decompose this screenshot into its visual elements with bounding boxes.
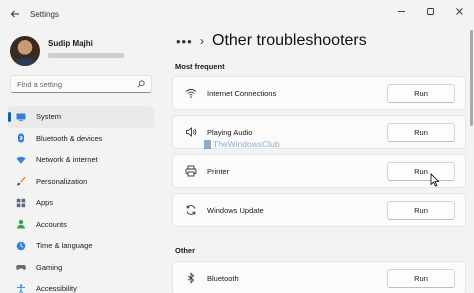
wifi-icon (185, 87, 197, 99)
back-arrow-icon (10, 10, 19, 18)
sync-icon (185, 204, 197, 216)
chevron-right-icon: › (200, 34, 204, 48)
run-button[interactable]: Run (387, 268, 455, 288)
minimize-button[interactable] (387, 0, 416, 22)
back-button[interactable] (4, 3, 26, 25)
profile-name: Sudip Majhi (48, 39, 93, 48)
speaker-icon (185, 126, 197, 138)
sidebar-item-accessibility[interactable]: Accessibility (8, 278, 154, 293)
run-button[interactable]: Run (387, 122, 455, 142)
sidebar-item-label: Bluetooth & devices (36, 133, 103, 143)
breadcrumb-more-button[interactable]: ••• (176, 34, 192, 49)
troubleshooter-label: Bluetooth (207, 273, 239, 283)
sidebar-item-label: Personalization (36, 176, 88, 186)
monitor-icon (16, 112, 26, 122)
bluetooth-icon (185, 272, 197, 284)
watermark-logo-icon (204, 139, 211, 149)
breadcrumb: ••• › Other troubleshooters (176, 31, 367, 51)
sidebar-item-time-language[interactable]: Time & language (8, 235, 154, 257)
wifi-icon (16, 155, 26, 165)
troubleshooter-windows-update: Windows Update Run (172, 193, 466, 227)
sidebar-item-network-internet[interactable]: Network & internet (8, 149, 154, 171)
troubleshooter-printer: Printer Run (172, 154, 466, 188)
section-title-most-frequent: Most frequent (175, 62, 225, 71)
run-button[interactable]: Run (387, 161, 455, 181)
window-controls (387, 0, 474, 22)
sidebar-item-label: Network & internet (36, 155, 98, 165)
person-icon (16, 219, 26, 229)
clock-icon (16, 241, 26, 251)
sidebar-item-label: Accessibility (36, 284, 77, 293)
gamepad-icon (16, 262, 26, 272)
sidebar-item-label: Time & language (36, 241, 93, 251)
sidebar-item-label: Gaming (36, 262, 63, 272)
search-input[interactable] (17, 79, 137, 89)
sidebar-item-label: System (36, 112, 62, 122)
sidebar-item-bluetooth-devices[interactable]: Bluetooth & devices (8, 128, 154, 150)
sidebar-item-personalization[interactable]: Personalization (8, 171, 154, 193)
troubleshooter-label: Printer (207, 166, 230, 176)
sidebar-item-apps[interactable]: Apps (8, 192, 154, 214)
maximize-button[interactable] (416, 0, 445, 22)
troubleshooter-label: Internet Connections (207, 88, 277, 98)
troubleshooter-internet-connections: Internet Connections Run (172, 76, 466, 110)
profile-email-redacted (48, 53, 124, 58)
sidebar-item-label: Apps (36, 198, 54, 208)
minimize-icon (398, 10, 405, 12)
section-title-other: Other (175, 246, 196, 255)
brush-icon (16, 176, 26, 186)
close-icon (456, 7, 463, 15)
watermark-text: TheWindowsClub (213, 139, 280, 149)
sidebar-item-gaming[interactable]: Gaming (8, 257, 154, 279)
sidebar-item-label: Accounts (36, 219, 67, 229)
troubleshooter-bluetooth: Bluetooth Run (172, 261, 466, 293)
main-content: ••• › Other troubleshooters Most frequen… (162, 28, 474, 293)
mouse-cursor-icon (430, 173, 440, 187)
sidebar-nav: System Bluetooth & devices Network & int… (8, 106, 154, 293)
title-bar: Settings (0, 0, 474, 28)
apps-icon (16, 198, 26, 208)
sidebar-item-system[interactable]: System (8, 106, 154, 128)
run-button[interactable]: Run (387, 83, 455, 103)
app-title: Settings (30, 9, 59, 19)
sidebar-item-accounts[interactable]: Accounts (8, 214, 154, 236)
search-box[interactable] (10, 75, 152, 93)
troubleshooter-label: Playing Audio (207, 127, 253, 137)
troubleshooter-label: Windows Update (207, 205, 264, 215)
printer-icon (185, 165, 197, 177)
maximize-icon (427, 7, 434, 15)
page-title: Other troubleshooters (212, 32, 367, 49)
accessibility-icon (16, 284, 26, 293)
avatar (10, 36, 40, 66)
sidebar: Sudip Majhi System Bluetooth & devices N… (0, 28, 162, 293)
close-button[interactable] (445, 0, 474, 22)
watermark: TheWindowsClub (204, 139, 280, 149)
user-profile[interactable]: Sudip Majhi (10, 36, 124, 66)
search-icon (137, 80, 145, 88)
scrollbar[interactable] (470, 30, 473, 126)
run-button[interactable]: Run (387, 200, 455, 220)
bluetooth-icon (16, 133, 26, 143)
